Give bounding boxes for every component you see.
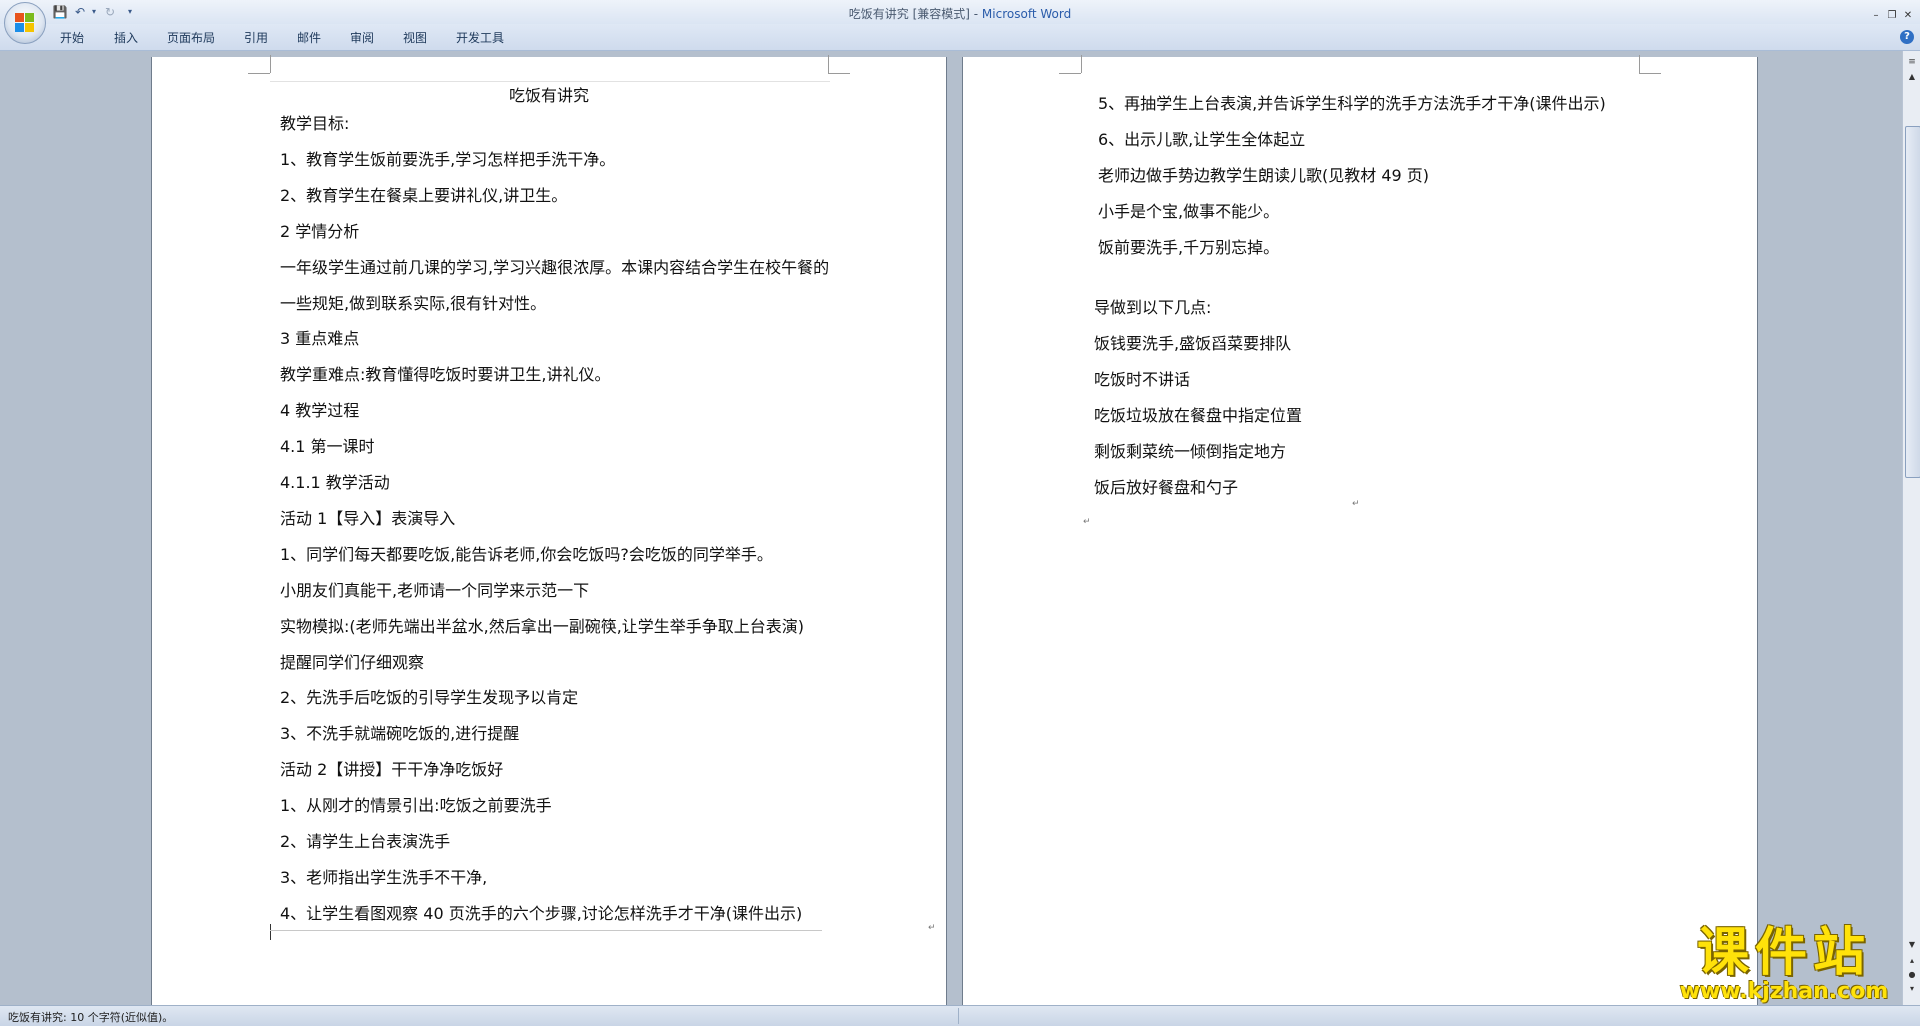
title-bar: 💾 ↶ ▾ ↻ ▾ 吃饭有讲究 [兼容模式] - Microsoft Word … [0, 0, 1920, 24]
tab-view[interactable]: 视图 [403, 29, 427, 46]
text-line: 1、教育学生饭前要洗手,学习怎样把手洗干净。 [280, 149, 616, 169]
scroll-up-icon[interactable]: ▲ [1905, 71, 1919, 83]
document-workspace[interactable]: 吃饭有讲究 教学目标: 1、教育学生饭前要洗手,学习怎样把手洗干净。 2、教育学生在… [0, 51, 1902, 1005]
text-line: 6、出示儿歌,让学生全体起立 [1098, 129, 1306, 149]
window-title: 吃饭有讲究 [兼容模式] - Microsoft Word [0, 5, 1920, 22]
text-line: 剩饭剩菜统一倾倒指定地方 [1094, 441, 1287, 461]
text-line: 吃饭垃圾放在餐盘中指定位置 [1094, 405, 1303, 425]
text-line: 3、老师指出学生洗手不干净, [280, 867, 488, 887]
text-line: 2、教育学生在餐桌上要讲礼仪,讲卫生。 [280, 185, 568, 205]
document-page-1[interactable]: 吃饭有讲究 教学目标: 1、教育学生饭前要洗手,学习怎样把手洗干净。 2、教育学生在… [152, 55, 946, 1005]
crop-mark [1081, 55, 1082, 73]
text-line: 3、不洗手就端碗吃饭的,进行提醒 [280, 724, 520, 744]
tab-insert[interactable]: 插入 [114, 29, 138, 46]
crop-mark [1639, 73, 1661, 74]
watermark-url: www.kjzhan.com [1679, 979, 1889, 1004]
tab-developer[interactable]: 开发工具 [456, 29, 504, 46]
text-line: 4 教学过程 [280, 401, 360, 421]
text-line: 1、从刚才的情景引出:吃饭之前要洗手 [280, 796, 552, 816]
text-line: 吃饭时不讲话 [1094, 369, 1191, 389]
text-line: 小手是个宝,做事不能少。 [1098, 201, 1280, 221]
document-page-2[interactable]: 5、再抽学生上台表演,并告诉学生科学的洗手方法洗手才干净(课件出示) 6、出示儿歌… [963, 55, 1757, 1005]
watermark-text: 课件站 [1696, 923, 1871, 983]
scroll-down-icon[interactable]: ▼ [1905, 939, 1919, 951]
document-title: 吃饭有讲究 [兼容模式] - [848, 7, 982, 21]
office-logo-icon [15, 13, 35, 33]
text-line: 5、再抽学生上台表演,并告诉学生科学的洗手方法洗手才干净(课件出示) [1098, 94, 1606, 113]
text-line: 小朋友们真能干,老师请一个同学来示范一下 [280, 580, 590, 600]
tab-references[interactable]: 引用 [244, 29, 268, 46]
status-divider [958, 1008, 959, 1024]
crop-mark [828, 73, 850, 74]
footer-rule [270, 930, 822, 931]
text-line: 一年级学生通过前几课的学习,学习兴趣很浓厚。本课内容结合学生在校午餐的 [280, 257, 830, 277]
text-line: 饭后放好餐盘和勺子 [1094, 477, 1239, 497]
crop-mark [248, 73, 270, 74]
text-line: 4、让学生看图观察 40 页洗手的六个步骤,讨论怎样洗手才干净(课件出示) [280, 903, 803, 923]
text-line: 2 学情分析 [280, 221, 360, 241]
document-title-heading: 吃饭有讲究 [508, 86, 589, 105]
tab-mailings[interactable]: 邮件 [297, 29, 321, 46]
application-name: Microsoft Word [981, 7, 1072, 21]
text-line: 实物模拟:(老师先端出半盆水,然后拿出一副碗筷,让学生举手争取上台表演) [280, 616, 805, 636]
close-icon[interactable]: ✕ [1900, 9, 1916, 23]
vertical-scrollbar[interactable]: ≡ ▲ ▼ ▴ ● ▾ [1902, 51, 1920, 1005]
text-line: 饭钱要洗手,盛饭舀菜要排队 [1094, 333, 1292, 353]
text-line: 教学目标: [280, 114, 350, 133]
crop-mark [828, 55, 829, 73]
ruler-toggle-icon[interactable]: ≡ [1906, 57, 1918, 67]
text-line: 导做到以下几点: [1094, 298, 1212, 317]
text-line: 活动 2【讲授】干干净净吃饭好 [280, 760, 504, 780]
text-line: 2、先洗手后吃饭的引导学生发现予以肯定 [280, 688, 579, 708]
crop-mark [270, 55, 271, 73]
text-line: 活动 1【导入】表演导入 [280, 508, 456, 528]
browse-object-icon[interactable]: ● [1905, 969, 1919, 981]
text-line: 2、请学生上台表演洗手 [280, 832, 451, 851]
text-line: 3 重点难点 [280, 329, 360, 349]
paragraph-mark-icon: ↵ [1083, 517, 1091, 527]
text-line: 4.1 第一课时 [280, 437, 375, 457]
crop-mark [1059, 73, 1081, 74]
status-bar: 吃饭有讲究: 10 个字符(近似值)。 [0, 1005, 1920, 1026]
restore-icon[interactable]: ❐ [1884, 9, 1900, 23]
text-line: 老师边做手势边教学生朗读儿歌(见教材 49 页) [1098, 165, 1430, 185]
crop-mark [1639, 55, 1640, 73]
text-line: 饭前要洗手,千万别忘掉。 [1098, 237, 1280, 257]
tab-review[interactable]: 审阅 [350, 29, 374, 46]
site-watermark: 课件站 www.kjzhan.com [1668, 924, 1900, 1004]
ribbon-tabs: 开始 插入 页面布局 引用 邮件 审阅 视图 开发工具 ? [0, 24, 1920, 51]
minimize-icon[interactable]: – [1868, 9, 1884, 23]
tab-home[interactable]: 开始 [60, 29, 84, 46]
office-button[interactable] [4, 2, 46, 44]
paragraph-mark-icon: ↵ [1352, 499, 1360, 509]
text-line: 1、同学们每天都要吃饭,能告诉老师,你会吃饭吗?会吃饭的同学举手。 [280, 544, 773, 564]
tab-page-layout[interactable]: 页面布局 [167, 29, 215, 46]
text-line: 4.1.1 教学活动 [280, 473, 390, 492]
previous-page-icon[interactable]: ▴ [1905, 955, 1919, 967]
help-icon[interactable]: ? [1900, 30, 1914, 44]
text-line: 教学重难点:教育懂得吃饭时要讲卫生,讲礼仪。 [280, 365, 611, 385]
text-line: 提醒同学们仔细观察 [280, 652, 425, 672]
text-line: 一些规矩,做到联系实际,很有针对性。 [280, 293, 547, 313]
text-cursor [270, 924, 271, 940]
window-controls: – ❐ ✕ [1868, 3, 1916, 21]
status-text: 吃饭有讲究: 10 个字符(近似值)。 [8, 1011, 174, 1024]
scroll-thumb[interactable] [1905, 126, 1920, 478]
paragraph-mark-icon: ↵ [928, 923, 936, 933]
next-page-icon[interactable]: ▾ [1905, 983, 1919, 995]
